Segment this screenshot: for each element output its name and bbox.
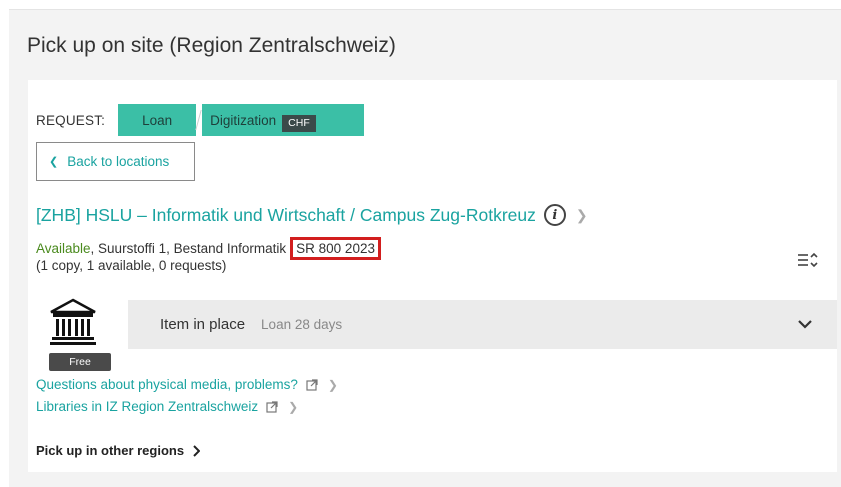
link-label: Libraries in IZ Region Zentralschweiz [36,399,259,414]
back-button-label: Back to locations [67,154,170,169]
info-icon[interactable]: i [543,204,566,226]
request-row: REQUEST: Loan Digitization CHF [36,104,365,136]
digitization-button-label: Digitization [210,112,277,128]
chevron-right-icon [193,444,201,457]
chevron-left-icon: ❮ [49,156,59,168]
chevron-right-icon: ❯ [575,206,588,223]
availability-status: Available [36,241,91,256]
physical-media-questions-link[interactable]: Questions about physical media, problems… [36,377,338,392]
loan-policy: Loan 28 days [261,317,343,332]
request-separator [196,104,202,136]
request-label: REQUEST: [36,112,106,128]
other-regions-label: Pick up in other regions [36,443,185,458]
location-title-link[interactable]: [ZHB] HSLU – Informatik und Wirtschaft /… [36,204,588,226]
external-link-icon [266,400,278,413]
pickup-panel: Pick up on site (Region Zentralschweiz) … [9,9,841,487]
chf-badge: CHF [282,114,316,132]
free-badge: Free [49,353,111,371]
location-details: , Suurstoffi 1, Bestand Informatik [90,241,287,256]
chevron-right-icon: ❯ [288,399,299,414]
location-title: [ZHB] HSLU – Informatik und Wirtschaft /… [36,204,536,225]
item-in-place-row[interactable]: Item in place Loan 28 days [128,300,837,349]
chevron-right-icon: ❯ [327,377,338,392]
library-building-icon [50,298,96,345]
call-number: SR 800 2023 [290,237,381,260]
link-label: Questions about physical media, problems… [36,377,298,392]
sort-icon[interactable] [797,251,819,269]
item-status: Item in place [160,316,246,333]
panel-title: Pick up on site (Region Zentralschweiz) [27,34,396,57]
location-card: REQUEST: Loan Digitization CHF ❮ Back to… [28,80,837,472]
loan-button[interactable]: Loan [118,104,197,136]
libraries-iz-link[interactable]: Libraries in IZ Region Zentralschweiz ❯ [36,399,298,414]
chevron-down-icon[interactable] [797,316,813,332]
availability-line: Available , Suurstoffi 1, Bestand Inform… [36,237,381,260]
external-link-icon [306,378,318,391]
loan-button-label: Loan [142,112,173,128]
pickup-other-regions-link[interactable]: Pick up in other regions [36,443,201,458]
back-to-locations-button[interactable]: ❮ Back to locations [36,142,195,181]
digitization-button[interactable]: Digitization CHF [202,104,365,136]
copy-counts: (1 copy, 1 available, 0 requests) [36,258,227,273]
